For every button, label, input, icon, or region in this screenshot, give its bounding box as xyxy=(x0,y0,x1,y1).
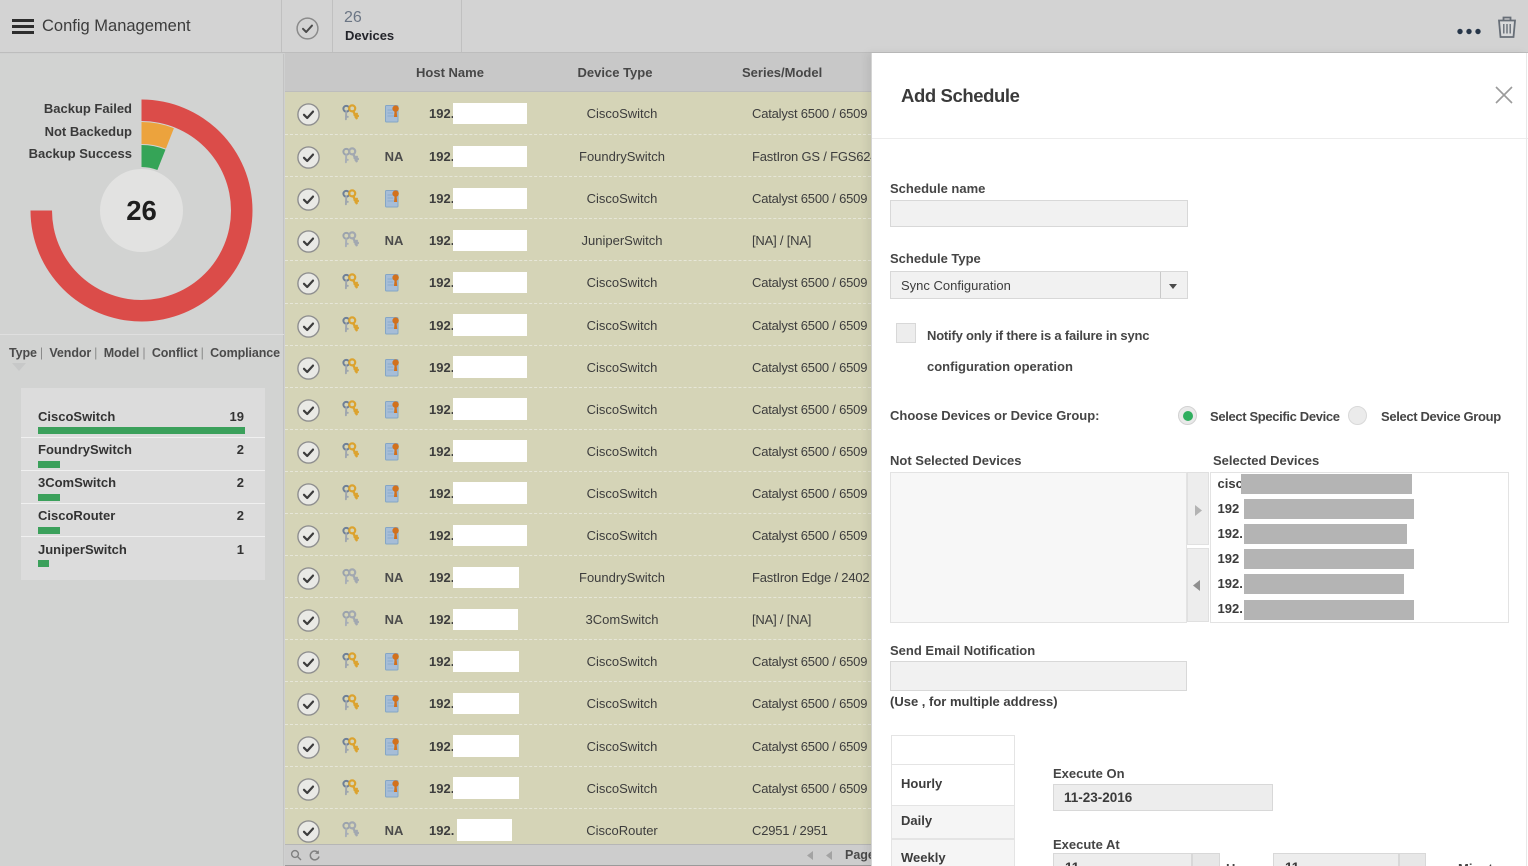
svg-text:26: 26 xyxy=(126,195,157,226)
